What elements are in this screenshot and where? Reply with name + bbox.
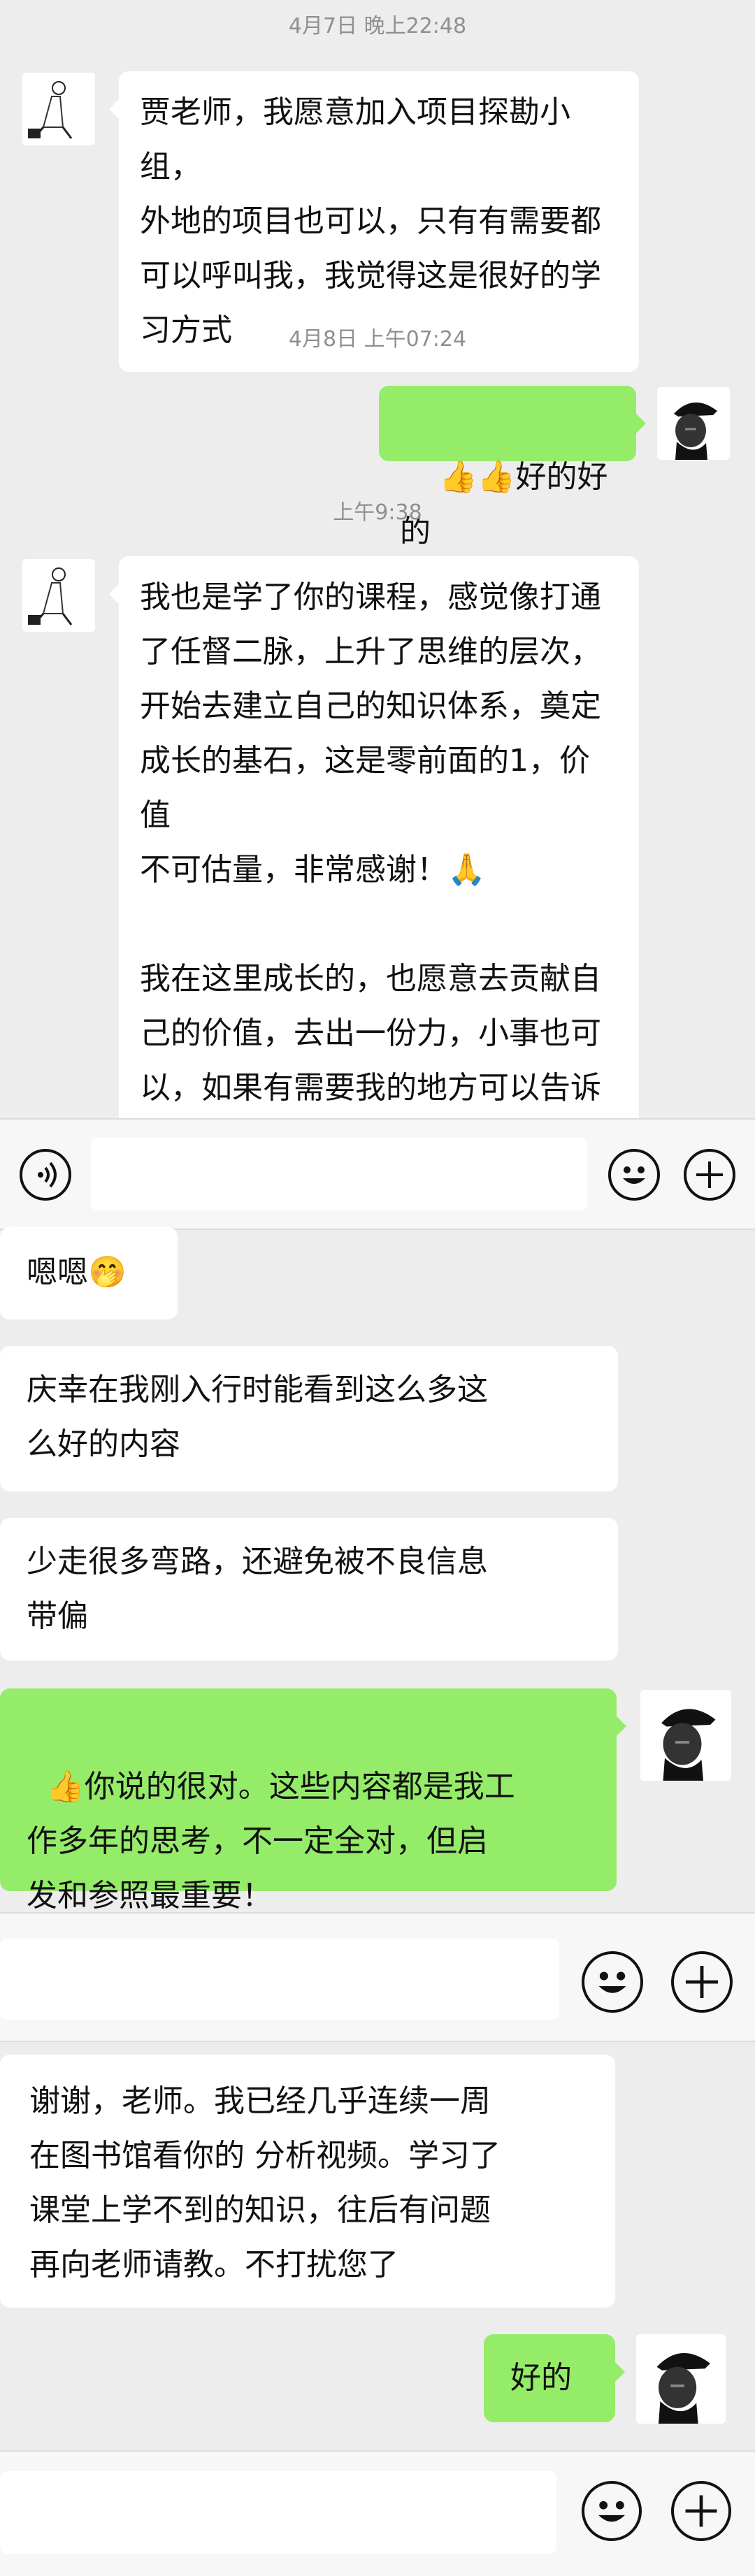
timestamp: 4月8日 上午07:24 — [288, 327, 467, 352]
message-bubble-sent[interactable]: 👍👍好的好的 — [379, 386, 646, 549]
message-bubble-sent[interactable]: 好的 — [484, 2334, 625, 2422]
timestamp: 上午9:38 — [333, 500, 422, 525]
plus-icon[interactable] — [671, 2481, 731, 2541]
message-bubble-received[interactable]: 谢谢，老师。我已经几乎连续一周 在图书馆看你的 分析视频。学习了 课堂上学不到的… — [0, 2055, 615, 2308]
thumbs-up-emoji: 👍 — [45, 1769, 85, 1804]
my-avatar[interactable] — [657, 387, 730, 460]
plus-icon[interactable] — [671, 1951, 733, 2013]
my-avatar[interactable] — [640, 1690, 731, 1781]
input-bar — [0, 1912, 755, 2042]
message-input[interactable] — [91, 1138, 587, 1210]
emoji-icon[interactable] — [608, 1149, 660, 1201]
message-bubble-received[interactable]: 庆幸在我刚入行时能看到这么多这 么好的内容 — [0, 1346, 618, 1491]
input-bar — [0, 2450, 755, 2576]
message-bubble-received[interactable]: 少走很多弯路，还避免被不良信息 带偏 — [0, 1518, 618, 1660]
chat-segment-1: 4月7日 晚上22:48 贾老师，我愿意加入项目探勘小组， 外地的项目也可以，只… — [0, 0, 755, 1118]
voice-icon[interactable] — [20, 1149, 71, 1201]
message-bubble-received[interactable]: 我也是学了你的课程，感觉像打通 了任督二脉，上升了思维的层次， 开始去建立自己的… — [109, 556, 639, 1118]
timestamp: 4月7日 晚上22:48 — [288, 14, 467, 38]
message-input[interactable] — [0, 1939, 559, 2020]
contact-avatar[interactable] — [22, 559, 95, 632]
plus-icon[interactable] — [684, 1149, 735, 1201]
emoji-icon[interactable] — [582, 2481, 642, 2541]
message-bubble-received[interactable]: 嗯嗯🤭 — [0, 1227, 178, 1319]
input-bar — [0, 1118, 755, 1230]
thumbs-up-emoji: 👍👍 — [438, 459, 516, 495]
emoji-icon[interactable] — [582, 1951, 643, 2013]
my-avatar[interactable] — [636, 2334, 726, 2424]
message-bubble-sent[interactable]: 👍你说的很对。这些内容都是我工 作多年的思考，不一定全对，但启 发和参照最重要！ — [0, 1688, 626, 1913]
contact-avatar[interactable] — [22, 73, 95, 145]
message-input[interactable] — [0, 2471, 556, 2554]
message-text: 你说的很对。这些内容都是我工 作多年的思考，不一定全对，但启 发和参照最重要！ — [27, 1769, 515, 1913]
